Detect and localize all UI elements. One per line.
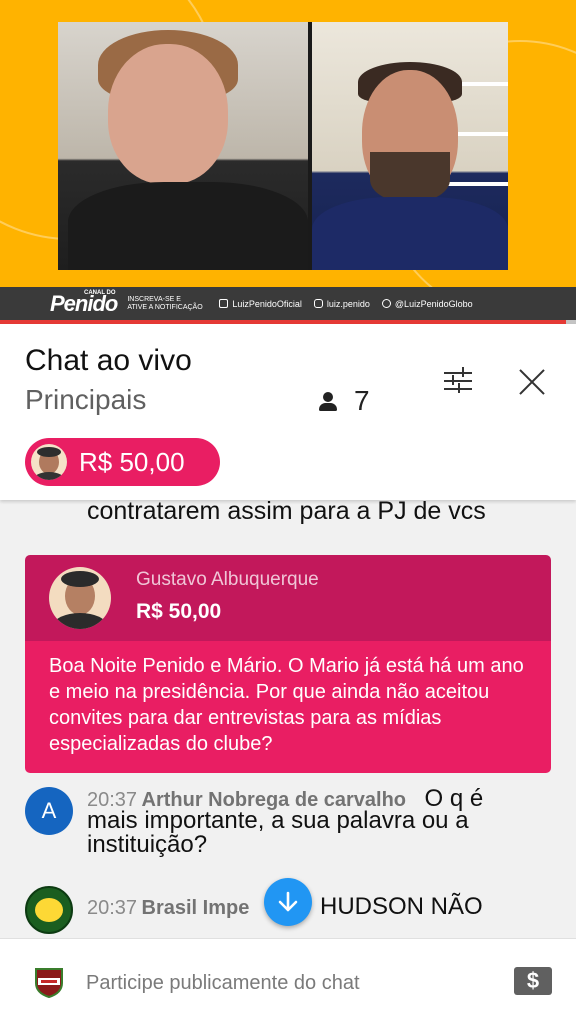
- message-author[interactable]: Brasil Impe: [142, 897, 250, 919]
- video-player[interactable]: CANAL DO Penido INSCREVA-SE E ATIVE A NO…: [0, 0, 576, 322]
- twitter-handle: @LuizPenidoGlobo: [381, 299, 473, 309]
- channel-prefix: CANAL DO: [84, 290, 116, 296]
- message-text: contratarem assim para a PJ de vcs: [87, 500, 486, 525]
- arrow-down-icon: [278, 891, 298, 912]
- list-item: contratarem assim para a PJ de vcs: [87, 500, 486, 524]
- subscribe-text: INSCREVA-SE E ATIVE A NOTIFICAÇÃO: [127, 295, 203, 311]
- superchat-message[interactable]: Gustavo Albuquerque R$ 50,00 Boa Noite P…: [25, 555, 551, 773]
- message-text: HUDSON NÃO: [320, 893, 483, 920]
- webcam-right: [312, 22, 508, 270]
- avatar[interactable]: [49, 567, 111, 629]
- pinned-superchat-ticker[interactable]: R$ 50,00: [25, 438, 220, 486]
- super-chat-button[interactable]: $: [514, 967, 552, 995]
- chat-title: Chat ao vivo: [25, 344, 192, 377]
- channel-banner: CANAL DO Penido INSCREVA-SE E ATIVE A NO…: [0, 287, 576, 320]
- superchat-text: Boa Noite Penido e Mário. O Mario já est…: [25, 641, 551, 773]
- pinned-superchat-amount: R$ 50,00: [79, 446, 185, 477]
- avatar[interactable]: [25, 886, 73, 934]
- facebook-icon: [219, 299, 229, 308]
- filter-settings-icon[interactable]: [440, 364, 478, 398]
- chat-message-input[interactable]: [86, 969, 486, 997]
- user-avatar-badge-icon[interactable]: [32, 965, 66, 999]
- instagram-handle: luiz.penido: [313, 299, 370, 309]
- viewer-count: 7: [318, 385, 370, 417]
- instagram-icon: [313, 299, 323, 308]
- facebook-handle: LuizPenidoOficial: [219, 299, 302, 309]
- chat-header: Chat ao vivo Principais 7 R$ 50,00: [0, 324, 576, 500]
- webcam-left: [58, 22, 308, 270]
- chat-mode-selector[interactable]: Principais: [25, 384, 146, 416]
- chat-messages[interactable]: contratarem assim para a PJ de vcs Gusta…: [0, 500, 576, 938]
- superchat-amount: R$ 50,00: [136, 600, 222, 623]
- close-icon[interactable]: [512, 362, 552, 402]
- avatar[interactable]: A: [25, 787, 73, 835]
- superchat-author[interactable]: Gustavo Albuquerque: [136, 569, 319, 591]
- chat-input-bar: $: [0, 938, 576, 1024]
- twitter-icon: [381, 299, 391, 308]
- scroll-to-bottom-button[interactable]: [264, 878, 312, 926]
- avatar: [31, 444, 67, 480]
- message-text: mais importante, a sua palavra ou a inst…: [87, 807, 469, 858]
- person-icon: [318, 390, 338, 412]
- message-time: 20:37: [87, 897, 138, 919]
